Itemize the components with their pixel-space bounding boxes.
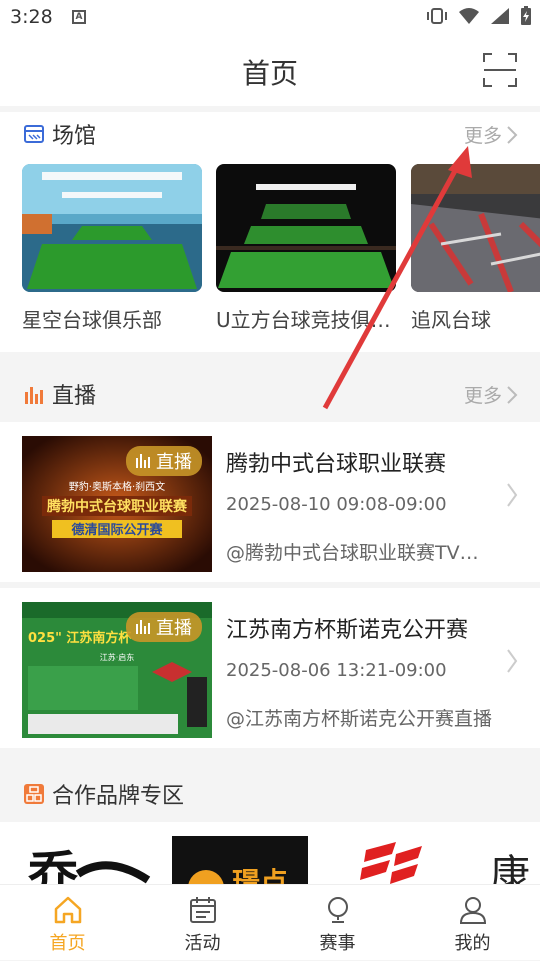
poster-top-text: 野豹·奥斯本格·刹西文: [69, 480, 165, 493]
venue-more-link[interactable]: 更多: [464, 121, 518, 148]
live-title: 江苏南方杯斯诺克公开赛: [226, 618, 469, 643]
live-item[interactable]: 025" 江苏南方杯 江苏·启东 直播 江苏南方杯斯诺克公开赛 2025-08-…: [0, 588, 540, 748]
brand-logo[interactable]: 康: [490, 842, 540, 884]
live-section-title: 直播: [52, 384, 97, 409]
venue-card[interactable]: 追风台球: [411, 164, 540, 333]
brand-logo-text: 康: [490, 852, 530, 884]
brand-logo-text: 璟点: [232, 866, 288, 884]
signal-icon: [491, 8, 509, 24]
venue-section: 场馆 更多 星空台球俱乐部 U立方台球竞技俱乐部 追风台球: [0, 112, 540, 352]
live-title: 腾勃中式台球职业联赛: [226, 452, 447, 477]
live-item[interactable]: 野豹·奥斯本格·刹西文 腾勃中式台球职业联赛 德清国际公开赛 直播 腾勃中式台球…: [0, 422, 540, 582]
venue-photo: [411, 164, 540, 292]
poster-sub: 德清国际公开赛: [71, 522, 163, 538]
user-icon: [459, 897, 486, 924]
chevron-right-icon: [507, 649, 518, 673]
live-chart-icon: [25, 387, 43, 404]
chevron-right-icon: [507, 483, 518, 507]
live-badge-label: 直播: [156, 618, 192, 639]
live-section-header-bar: 直播 更多: [0, 366, 540, 420]
page-title: 首页: [241, 57, 298, 90]
vibrate-icon: [427, 8, 447, 24]
notification-icon: A: [72, 10, 86, 24]
live-more-label: 更多: [463, 385, 502, 407]
live-time: 2025-08-10 09:08-09:00: [226, 494, 447, 515]
poster-sub: 江苏·启东: [100, 652, 135, 662]
tab-events[interactable]: 赛事: [270, 885, 405, 961]
calendar-icon: [189, 897, 216, 923]
venue-list: 星空台球俱乐部 U立方台球竞技俱乐部 追风台球: [0, 164, 540, 344]
venue-icon: [24, 125, 44, 143]
venue-more-label: 更多: [463, 125, 502, 147]
trophy-icon: [327, 897, 348, 923]
live-more-link[interactable]: 更多: [464, 381, 518, 408]
poster-heading: 腾勃中式台球职业联赛: [47, 498, 188, 515]
venue-section-header: 场馆 更多: [0, 112, 540, 156]
brand-section-header-bar: 合作品牌专区: [0, 764, 540, 822]
venue-name: 追风台球: [411, 308, 491, 332]
venue-card[interactable]: 星空台球俱乐部: [22, 164, 204, 333]
brand-icon: [24, 784, 44, 804]
bottom-tab-bar: 首页 活动 赛事 我的: [0, 884, 540, 960]
home-icon: [54, 896, 81, 924]
brand-logo[interactable]: 璟点: [172, 836, 308, 884]
brand-logo-text: 乔: [28, 845, 78, 884]
tab-profile[interactable]: 我的: [405, 885, 540, 961]
scan-icon[interactable]: [482, 52, 518, 88]
live-time: 2025-08-06 13:21-09:00: [226, 660, 447, 681]
battery-icon: [521, 6, 531, 25]
live-source: @腾勃中式台球职业联赛TV直播: [226, 542, 496, 564]
tab-profile-label: 我的: [454, 933, 491, 954]
chevron-right-icon: [507, 125, 518, 144]
tab-activity[interactable]: 活动: [135, 885, 270, 961]
live-bars-icon: [136, 620, 150, 634]
venue-name: 星空台球俱乐部: [22, 308, 162, 332]
live-badge-label: 直播: [156, 452, 192, 473]
chevron-right-icon: [507, 385, 518, 404]
venue-photo: [22, 164, 202, 292]
brand-logo[interactable]: [356, 840, 426, 884]
venue-section-title: 场馆: [52, 124, 97, 149]
wifi-icon: [459, 8, 479, 24]
venue-name: U立方台球竞技俱乐部: [216, 308, 396, 332]
tab-activity-label: 活动: [184, 933, 221, 954]
live-section-header: 直播 更多: [0, 372, 540, 416]
tab-home-label: 首页: [49, 933, 86, 954]
live-bars-icon: [136, 454, 150, 468]
tab-events-label: 赛事: [319, 933, 356, 954]
brand-section-header: 合作品牌专区: [0, 772, 540, 816]
live-thumbnail: 025" 江苏南方杯 江苏·启东 直播: [22, 602, 212, 738]
status-bar: 3:28 A: [0, 0, 540, 36]
brand-list: 乔 璟点 康: [0, 822, 540, 884]
brand-section-title: 合作品牌专区: [52, 784, 185, 809]
venue-card[interactable]: U立方台球竞技俱乐部: [216, 164, 398, 333]
poster-heading: 025" 江苏南方杯: [28, 630, 132, 646]
app-header: 首页: [0, 36, 540, 106]
live-badge: 直播: [126, 612, 202, 642]
brand-logo[interactable]: 乔: [28, 844, 158, 884]
status-icons: [426, 6, 532, 26]
live-source: @江苏南方杯斯诺克公开赛直播: [226, 708, 493, 730]
venue-photo: [216, 164, 396, 292]
tab-home[interactable]: 首页: [0, 885, 135, 961]
live-thumbnail: 野豹·奥斯本格·刹西文 腾勃中式台球职业联赛 德清国际公开赛 直播: [22, 436, 212, 572]
live-badge: 直播: [126, 446, 202, 476]
status-time: 3:28: [10, 6, 53, 28]
